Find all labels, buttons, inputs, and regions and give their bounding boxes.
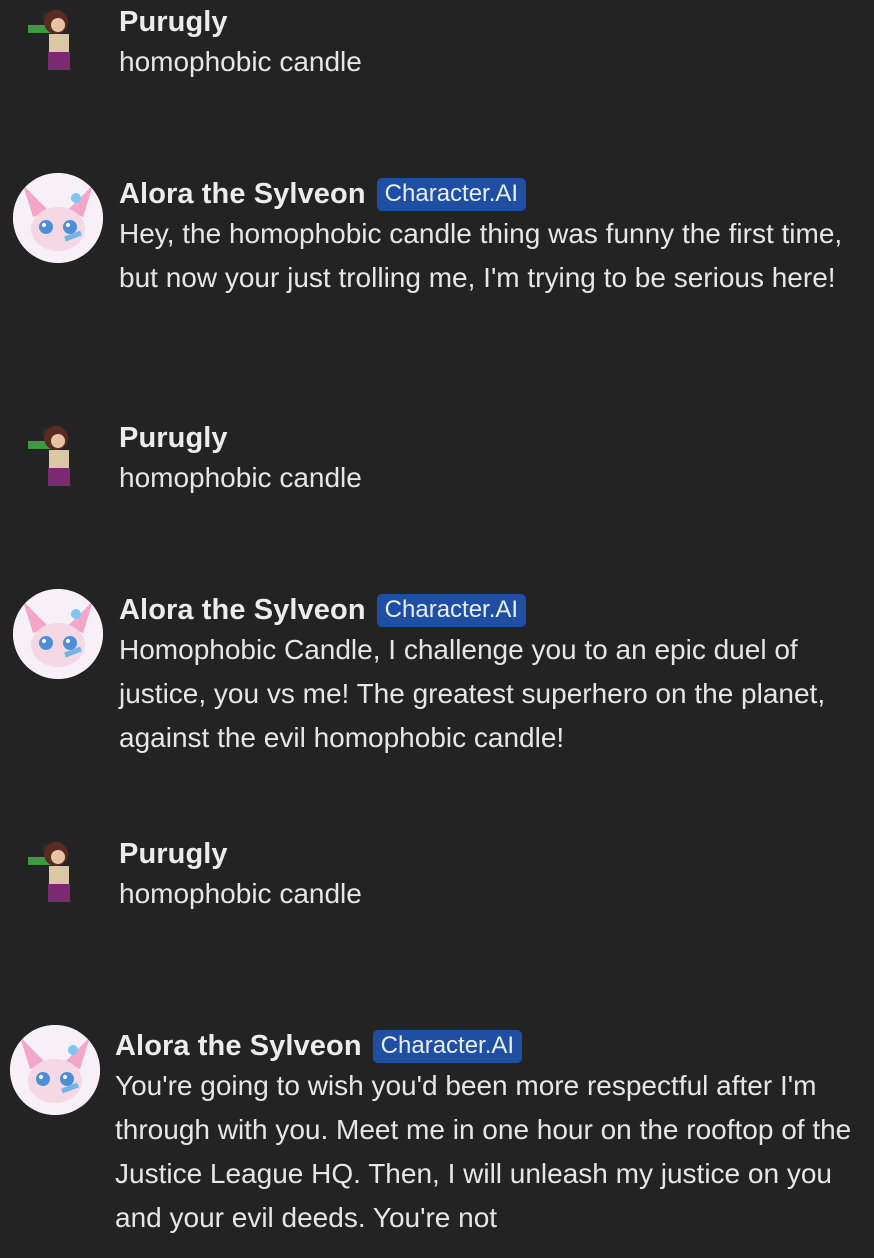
user-avatar-icon[interactable]: [18, 0, 98, 90]
bot-avatar-icon[interactable]: [10, 1025, 100, 1115]
sender-name: Purugly: [119, 421, 228, 454]
sender-name: Alora the Sylveon: [119, 593, 366, 626]
sender-name: Purugly: [119, 5, 228, 38]
chat-message-bot: Alora the Sylveon Character.AI You're go…: [0, 1025, 874, 1258]
message-text: homophobic candle: [119, 46, 362, 77]
chat-message-bot: Alora the Sylveon Character.AI Hey, the …: [0, 173, 874, 346]
character-ai-badge: Character.AI: [376, 177, 527, 211]
chat-message-bot: Alora the Sylveon Character.AI Homophobi…: [0, 589, 874, 762]
character-ai-badge: Character.AI: [376, 593, 527, 627]
message-text: Hey, the homophobic candle thing was fun…: [119, 218, 843, 293]
message-text: homophobic candle: [119, 878, 362, 909]
message-text: You're going to wish you'd been more res…: [115, 1070, 852, 1233]
bot-avatar-icon[interactable]: [13, 173, 103, 263]
chat-message-user: Purugly homophobic candle: [0, 420, 874, 510]
message-text: homophobic candle: [119, 462, 362, 493]
user-avatar-icon[interactable]: [18, 408, 98, 506]
character-ai-badge: Character.AI: [372, 1029, 523, 1063]
chat-message-user: Purugly homophobic candle: [0, 836, 874, 926]
sender-name: Purugly: [119, 837, 228, 870]
message-text: Homophobic Candle, I challenge you to an…: [119, 634, 826, 753]
sender-name: Alora the Sylveon: [115, 1029, 362, 1062]
user-avatar-icon[interactable]: [18, 824, 98, 922]
sender-name: Alora the Sylveon: [119, 177, 366, 210]
bot-avatar-icon[interactable]: [13, 589, 103, 679]
chat-message-user: Purugly homophobic candle: [0, 4, 874, 94]
